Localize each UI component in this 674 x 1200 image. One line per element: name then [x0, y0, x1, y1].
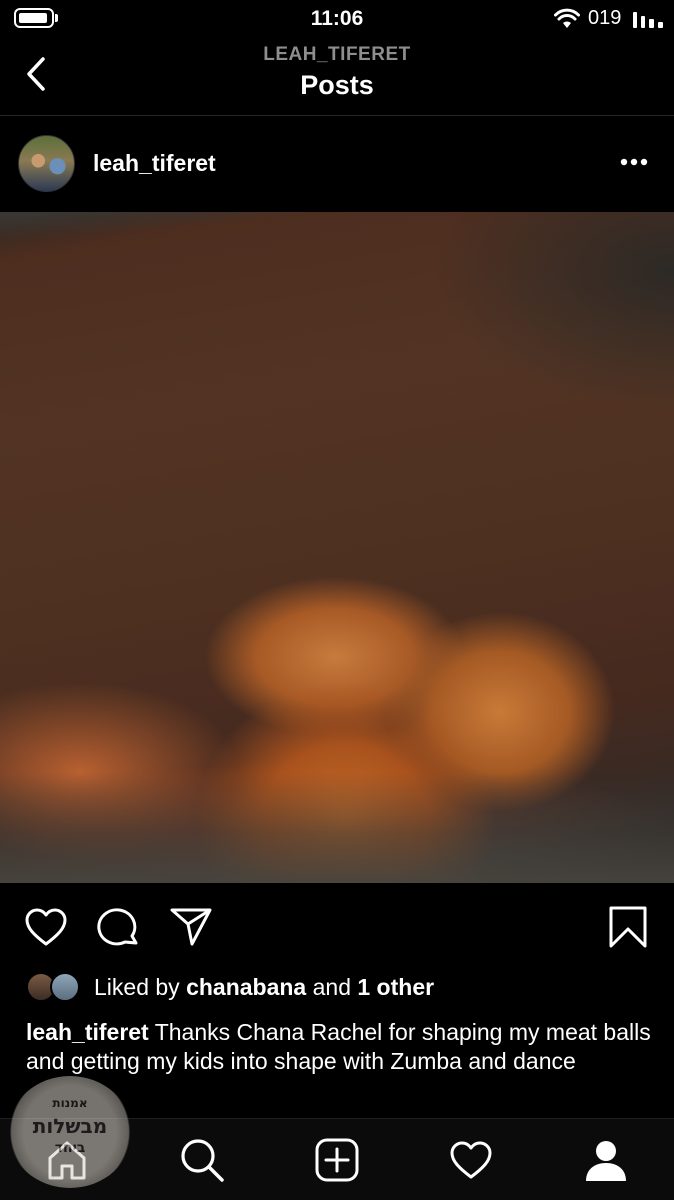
liker-username[interactable]: chanabana [186, 974, 306, 1000]
add-post-icon [315, 1138, 359, 1182]
page-title: Posts [300, 70, 374, 100]
pan-rim [0, 212, 674, 883]
more-horizontal-icon [620, 158, 648, 166]
tab-profile[interactable] [579, 1133, 633, 1187]
post-header: leah_tiferet [0, 116, 674, 212]
save-button[interactable] [604, 903, 652, 951]
share-icon [170, 908, 212, 946]
search-icon [181, 1139, 224, 1182]
tab-search[interactable] [175, 1133, 229, 1187]
like-button[interactable] [22, 903, 70, 951]
likes-prefix: Liked by [94, 974, 180, 1000]
likes-summary[interactable]: Liked by chanabana and 1 other [26, 968, 656, 1008]
status-bar: 11:06 019 [0, 0, 674, 38]
watermark-line: ביחד [54, 1140, 86, 1156]
carrier-label: 019 [588, 7, 622, 29]
likes-text: Liked by chanabana and 1 other [94, 974, 434, 1001]
wifi-icon [554, 8, 580, 28]
nav-header: LEAH_TIFERET Posts [0, 38, 674, 116]
profile-icon [586, 1141, 626, 1181]
activity-heart-icon [450, 1141, 492, 1179]
author-avatar[interactable] [18, 135, 75, 192]
liker-avatar [50, 972, 80, 1002]
tab-activity[interactable] [444, 1133, 498, 1187]
signal-icon [633, 12, 663, 28]
post-actions [0, 883, 674, 971]
heart-icon [25, 908, 67, 946]
likes-others[interactable]: 1 other [357, 974, 434, 1000]
likes-joiner: and [312, 974, 351, 1000]
post-author[interactable]: leah_tiferet [93, 150, 216, 177]
more-button[interactable] [610, 148, 658, 176]
post-caption: leah_tiferet Thanks Chana Rachel for sha… [26, 1018, 656, 1076]
caption-author[interactable]: leah_tiferet [26, 1019, 149, 1045]
share-button[interactable] [167, 903, 215, 951]
comment-icon [97, 908, 138, 946]
post-image[interactable] [0, 212, 674, 883]
watermark-line: מבשלות [32, 1114, 108, 1138]
watermark-line: אמנות [52, 1096, 88, 1110]
bookmark-icon [609, 906, 647, 948]
comment-button[interactable] [95, 903, 143, 951]
watermark-logo: אמנות מבשלות ביחד [8, 1076, 132, 1188]
tab-new-post[interactable] [310, 1133, 364, 1187]
header-username: LEAH_TIFERET [263, 44, 411, 65]
